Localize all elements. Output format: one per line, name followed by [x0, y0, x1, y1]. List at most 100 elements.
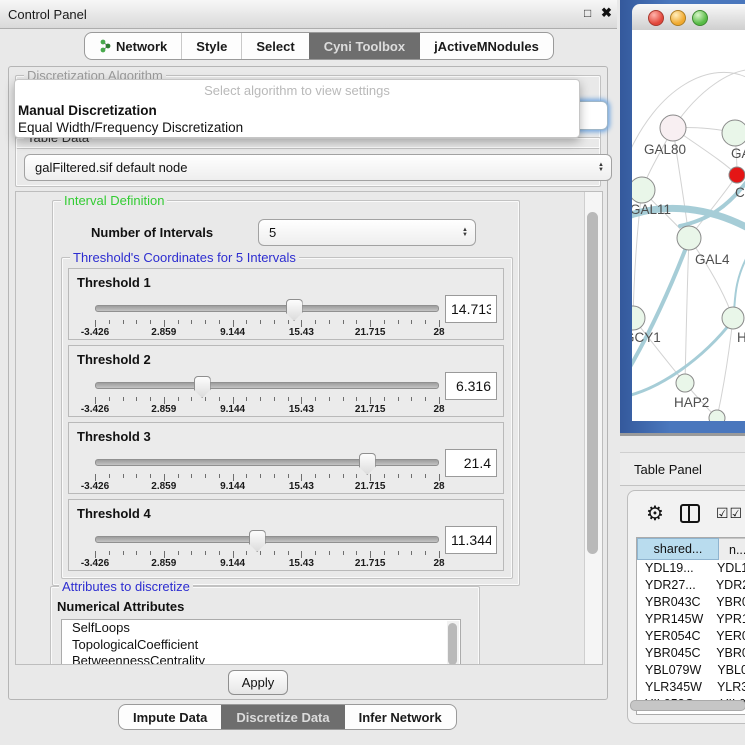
column-header[interactable]: shared...	[637, 538, 719, 560]
list-scrollbar[interactable]	[447, 621, 459, 665]
mac-close-icon[interactable]	[648, 10, 664, 26]
table-row[interactable]: YDR27...YDR2...	[637, 577, 745, 594]
threshold-value-field[interactable]	[445, 295, 497, 323]
table-cell: YBR0...	[708, 594, 745, 611]
slider-track[interactable]	[95, 459, 439, 466]
threshold-label: Threshold 3	[77, 429, 151, 444]
slider-track[interactable]	[95, 536, 439, 543]
column-header[interactable]: n...	[719, 538, 745, 560]
columns-icon[interactable]	[680, 504, 700, 523]
table-cell: YLR3...	[709, 679, 745, 696]
apply-button[interactable]: Apply	[228, 670, 288, 695]
tab-label: Network	[116, 39, 167, 54]
slider-thumb[interactable]	[286, 299, 303, 321]
table-row[interactable]: YPR145WYPR1...	[637, 611, 745, 628]
threshold-value-field[interactable]	[445, 372, 497, 400]
network-node-gcy1[interactable]	[632, 306, 645, 330]
network-edge[interactable]	[673, 70, 745, 128]
table-data-combo[interactable]: galFiltered.sif default node ▲▼	[24, 154, 612, 181]
close-icon[interactable]: ✖	[601, 5, 612, 21]
algorithm-dropdown-popup: Select algorithm to view settings Manual…	[14, 79, 580, 138]
table-cell: YBR043C	[637, 594, 708, 611]
slider-thumb[interactable]	[249, 530, 266, 552]
slider-thumb[interactable]	[194, 376, 211, 398]
network-edge[interactable]	[717, 318, 733, 418]
table-cell: YBL0...	[709, 662, 745, 679]
list-item[interactable]: SelfLoops	[62, 620, 460, 637]
tab-network[interactable]: Network	[85, 33, 181, 59]
table-row[interactable]: YDL19...YDL1...	[637, 560, 745, 577]
table-row[interactable]: YER054CYER0...	[637, 628, 745, 645]
table-row[interactable]: YBL079WYBL0...	[637, 662, 745, 679]
table-cell: YLR345W	[637, 679, 709, 696]
network-node-label: GAL4	[695, 252, 730, 267]
node-tree-icon	[99, 39, 111, 53]
network-node-h[interactable]	[722, 307, 744, 329]
checkbox-icons[interactable]: ☑☑	[716, 505, 743, 522]
slider-tick-labels: -3.4262.8599.14415.4321.71528	[95, 481, 439, 493]
threshold-value-field[interactable]	[445, 449, 497, 477]
list-scrollbar-thumb[interactable]	[448, 623, 457, 665]
network-node-hap2[interactable]	[676, 374, 694, 392]
combo-spinner-icon[interactable]: ▲▼	[598, 155, 604, 180]
mac-minimize-icon[interactable]	[670, 10, 686, 26]
slider-thumb[interactable]	[359, 453, 376, 475]
combo-spinner-icon[interactable]: ▲▼	[462, 220, 468, 245]
table-row[interactable]: YBR045CYBR0...	[637, 645, 745, 662]
slider-track[interactable]	[95, 382, 439, 389]
network-node-label: GA	[731, 146, 745, 161]
tab-label: jActiveMNodules	[434, 39, 539, 54]
table-row[interactable]: YBR043CYBR0...	[637, 594, 745, 611]
tab-label: Discretize Data	[236, 710, 329, 725]
threshold-slider[interactable]: -3.4262.8599.14415.4321.71528	[95, 376, 439, 412]
threshold-slider[interactable]: -3.4262.8599.14415.4321.71528	[95, 299, 439, 335]
tab-style[interactable]: Style	[181, 33, 241, 59]
network-node-label: C	[735, 185, 745, 200]
table-cell: YDR2...	[708, 577, 745, 594]
list-item[interactable]: BetweennessCentrality	[62, 653, 460, 665]
tab-select[interactable]: Select	[241, 33, 308, 59]
tab-discretize-data[interactable]: Discretize Data	[221, 705, 343, 729]
tab-cyni-toolbox[interactable]: Cyni Toolbox	[309, 33, 419, 59]
slider-tick-labels: -3.4262.8599.14415.4321.71528	[95, 327, 439, 339]
threshold-slider[interactable]: -3.4262.8599.14415.4321.71528	[95, 453, 439, 489]
network-canvas[interactable]: GAL80GACGAL11GAL4GCY1HHAP2	[632, 30, 745, 421]
network-edge[interactable]	[689, 238, 733, 318]
table-cell: YPR145W	[637, 611, 708, 628]
horizontal-scrollbar-thumb[interactable]	[630, 700, 745, 711]
number-of-intervals-combo[interactable]: 5 ▲▼	[258, 219, 476, 246]
network-node-gal4[interactable]	[677, 226, 701, 250]
table-toolbar: ⚙ ☑☑	[628, 491, 745, 535]
thresholds-group-title: Threshold's Coordinates for 5 Intervals	[70, 250, 299, 265]
network-edge[interactable]	[685, 238, 689, 383]
threshold-value-field[interactable]	[445, 526, 497, 554]
threshold-slider[interactable]: -3.4262.8599.14415.4321.71528	[95, 530, 439, 566]
threshold-panel: Threshold 2-3.4262.8599.14415.4321.71528	[68, 345, 504, 417]
network-node-gal11[interactable]	[632, 177, 655, 203]
thresholds-container: Threshold 1-3.4262.8599.14415.4321.71528…	[68, 268, 504, 576]
network-node-c[interactable]	[729, 167, 745, 183]
cyni-toolbox-panel: Discretization Algorithm Table Data galF…	[8, 66, 608, 700]
vertical-scrollbar-thumb[interactable]	[587, 212, 598, 554]
float-window-icon[interactable]: □	[584, 6, 591, 20]
tab-infer-network[interactable]: Infer Network	[344, 705, 456, 729]
dropdown-item[interactable]: Equal Width/Frequency Discretization	[15, 119, 579, 136]
mac-zoom-icon[interactable]	[692, 10, 708, 26]
tab-jactivemnodules[interactable]: jActiveMNodules	[419, 33, 553, 59]
slider-track[interactable]	[95, 305, 439, 312]
tab-impute-data[interactable]: Impute Data	[119, 705, 221, 729]
node-table[interactable]: shared...n... YDL19...YDL1...YDR27...YDR…	[636, 537, 745, 715]
vertical-scrollbar[interactable]	[584, 192, 602, 664]
list-item[interactable]: TopologicalCoefficient	[62, 637, 460, 654]
network-node-gal80[interactable]	[660, 115, 686, 141]
numerical-attributes-list[interactable]: SelfLoopsTopologicalCoefficientBetweenne…	[61, 619, 461, 665]
table-cell: YBR0...	[708, 645, 745, 662]
table-cell: YBL079W	[637, 662, 709, 679]
table-panel-header: Table Panel	[620, 452, 745, 486]
network-node[interactable]	[709, 410, 725, 421]
gear-icon[interactable]: ⚙	[646, 501, 664, 526]
dropdown-item[interactable]: Manual Discretization	[15, 102, 579, 119]
table-row[interactable]: YLR345WYLR3...	[637, 679, 745, 696]
network-node-ga[interactable]	[722, 120, 745, 146]
network-window-titlebar	[632, 4, 745, 31]
